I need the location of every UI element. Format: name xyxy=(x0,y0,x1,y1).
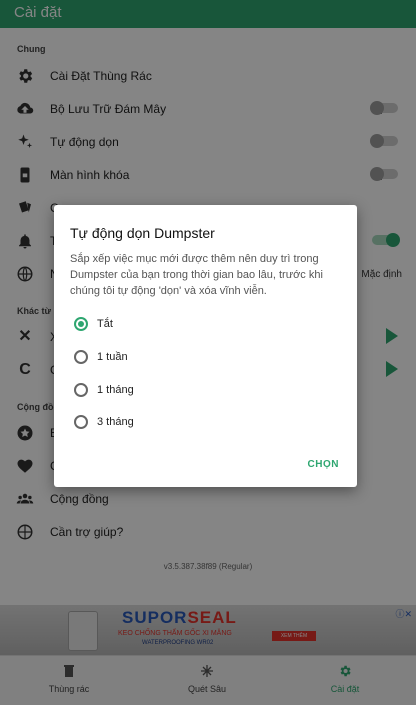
dialog-message: Sắp xếp việc mục mới được thêm nên duy t… xyxy=(70,253,323,297)
radio-button[interactable] xyxy=(74,350,88,364)
auto-clean-dialog: Tự động dọn Dumpster Sắp xếp việc mục mớ… xyxy=(54,205,357,487)
option-label: 1 tháng xyxy=(97,384,134,396)
radio-button[interactable] xyxy=(74,383,88,397)
radio-button[interactable] xyxy=(74,317,88,331)
option-1-week[interactable]: 1 tuần xyxy=(74,346,274,368)
dialog-title: Tự động dọn Dumpster xyxy=(70,225,215,241)
option-label: 3 tháng xyxy=(97,416,134,428)
option-label: 1 tuần xyxy=(97,351,128,363)
option-1-month[interactable]: 1 tháng xyxy=(74,379,274,401)
option-3-months[interactable]: 3 tháng xyxy=(74,411,274,433)
choose-button[interactable]: CHỌN xyxy=(308,459,339,470)
option-off[interactable]: Tắt xyxy=(74,313,274,335)
option-label: Tắt xyxy=(97,318,113,330)
radio-button[interactable] xyxy=(74,415,88,429)
